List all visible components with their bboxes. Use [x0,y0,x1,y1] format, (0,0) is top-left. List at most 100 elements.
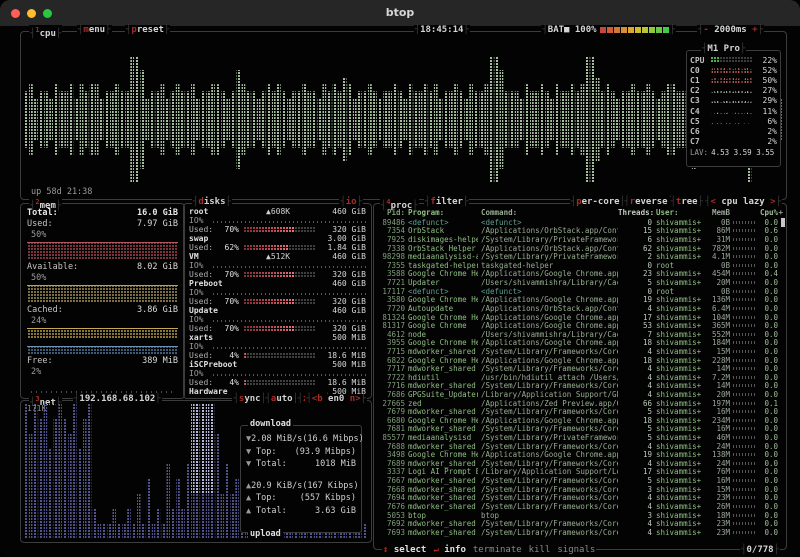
disk-io-row: IO% [189,216,366,225]
process-row[interactable]: 7694mdworker_shared/System/Library/Frame… [377,494,783,503]
core-row: C052% [690,65,777,75]
process-row[interactable]: 7686GPGSuite_Updater/Library/Application… [377,390,783,399]
process-row[interactable]: 81317Google Chrome/Applications/Google C… [377,321,783,330]
process-row[interactable]: 7676mdworker_shared/System/Library/Frame… [377,502,783,511]
menu-button[interactable]: ┤menu├ [77,25,112,36]
col-pid[interactable]: Pid: [377,208,405,217]
mem-free-graph [27,346,178,355]
process-cpu-graph [733,333,755,336]
col-user[interactable]: User: [656,208,702,217]
process-row[interactable]: 98298mediaanalysisd-a/System/Library/Pri… [377,252,783,261]
process-row[interactable]: 3498Google Chrome He/Applications/Google… [377,450,783,459]
process-cpu-graph [733,376,755,379]
col-program[interactable]: Program: [408,208,478,217]
col-threads[interactable]: Threads: [618,208,652,217]
disk-name-row: root▲608K460 GiB [189,207,366,216]
disk-used-meter [243,272,316,278]
process-row[interactable]: 7717mdworker_shared/System/Library/Frame… [377,364,783,373]
process-row[interactable]: 7692mdworker_shared/System/Library/Frame… [377,519,783,528]
col-mem[interactable]: MemB [702,208,730,217]
process-cpu-graph [733,531,755,534]
battery-indicator: ┤BAT■ 100%├ [541,25,676,36]
core-usage-graph [710,67,752,74]
disk-io-row: IO% [189,288,366,297]
disk-size: 460 GiB [314,252,366,261]
disk-io-row: IO% [189,315,366,324]
process-row[interactable]: 7925diskimages-helpe/System/Library/Priv… [377,235,783,244]
process-row[interactable]: 3337Logi AI Prompt B/Library/Application… [377,468,783,477]
disk-io-graph [213,266,366,268]
process-cpu-graph [733,324,755,327]
core-rows: C052%C150%C227%C329%C411%C56%C62%C72% [690,65,777,147]
update-interval-control[interactable]: ┤- 2000ms +├ [697,25,764,36]
info-button[interactable]: info [444,545,466,555]
cpu-box-title[interactable]: ┤1cpu├ [29,25,62,40]
transfer-arrow-icon: ▲ [246,506,256,516]
process-row[interactable]: 7689mdworker_shared/System/Library/Frame… [377,459,783,468]
sort-prev-arrow[interactable]: < [711,197,716,207]
col-command[interactable]: Command: [481,208,618,217]
transfer-arrow-icon: ▼ [246,459,256,469]
core-usage-graph [710,87,752,94]
process-cpu-graph [733,462,755,465]
disk-used-row: Used:70%320 GiB [189,297,366,306]
process-row[interactable]: 7716mdworker_shared/System/Library/Frame… [377,382,783,391]
process-row[interactable]: 7722hdiutil/usr/bin/hdiutil attach /User… [377,373,783,382]
core-label: C2 [690,86,708,95]
process-row[interactable]: 4612node/Users/shivammishra/Library/Cach… [377,330,783,339]
process-row[interactable]: 7720Autoupdate/Applications/OrbStack.app… [377,304,783,313]
process-row[interactable]: 7688mdworker_shared/System/Library/Frame… [377,442,783,451]
disk-used-meter [243,380,316,386]
process-row[interactable]: 6680Google Chrome He/Applications/Google… [377,416,783,425]
col-cpu[interactable]: Cpu% [758,208,778,217]
process-row[interactable]: 7668mdworker_shared/System/Library/Frame… [377,485,783,494]
process-row[interactable]: 85577mediaanalysisd/System/Library/Priva… [377,433,783,442]
col-expand[interactable]: + [778,208,783,217]
select-button[interactable]: select [394,545,427,555]
disk-size: 460 GiB [314,306,366,315]
process-row[interactable]: 81324Google Chrome He/Applications/Googl… [377,313,783,322]
process-row[interactable]: 7693mdworker_shared/System/Library/Frame… [377,528,783,537]
interval-minus-button[interactable]: - [703,25,708,35]
disk-io-label: IO% [189,369,213,378]
process-row[interactable]: 27665zed/Applications/Zed Preview.app/Co… [377,399,783,408]
process-row[interactable]: 6822Google Chrome He/Applications/Google… [377,356,783,365]
process-cpu-graph [733,470,755,473]
process-cpu-graph [733,402,755,405]
transfer-value: (167 Kibps) [302,481,358,491]
process-row[interactable]: 17117<defunct><defunct>0root0B0.0 [377,287,783,296]
mem-stats: Total:16.0 GiB Used:7.97 GiB 50% Availab… [27,208,178,394]
process-row[interactable]: 89486<defunct><defunct>0shivammis+0B0.0 [377,218,783,227]
disk-io-graph [213,221,366,223]
process-row[interactable]: 7715mdworker_shared/System/Library/Frame… [377,347,783,356]
process-row[interactable]: 7338OrbStack Helper/Applications/OrbStac… [377,244,783,253]
disk-used-label: Used: [189,297,217,306]
disk-io-graph [213,320,366,322]
kill-button[interactable]: kill [529,545,551,556]
process-row[interactable]: 7721Updater/Users/shivammishra/Library/C… [377,278,783,287]
proc-scrollbar-thumb[interactable] [781,218,785,227]
cpu-total-row: CPU 22% [690,55,777,65]
process-row[interactable]: 7355taskgated-helpertaskgated-helper0roo… [377,261,783,270]
net-box: ┤3net├ ┤192.168.68.102├ ┤sync├ ┤auto├ ┤z… [20,400,372,543]
process-cpu-graph [733,479,755,482]
process-cpu-graph [733,341,755,344]
terminate-button[interactable]: terminate [473,545,522,556]
process-row[interactable]: 7354OrbStack/Applications/OrbStack.app/C… [377,227,783,236]
process-row[interactable]: 7679mdworker_shared/System/Library/Frame… [377,407,783,416]
process-row[interactable]: 7667mdworker_shared/System/Library/Frame… [377,476,783,485]
transfer-label: Top: [256,493,276,503]
process-row[interactable]: 3588Google Chrome He/Applications/Google… [377,270,783,279]
process-row[interactable]: 5053btopbtop3shivammis+18M0.0 [377,511,783,520]
process-row[interactable]: 3580Google Chrome He/Applications/Google… [377,295,783,304]
window-titlebar[interactable]: btop [0,0,800,27]
transfer-arrow-icon: ▼ [246,447,256,457]
disk-used-meter [243,245,316,251]
process-cpu-graph [733,410,755,413]
process-row[interactable]: 3955Google Chrome He/Applications/Google… [377,339,783,348]
process-row[interactable]: 7681mdworker_shared/System/Library/Frame… [377,425,783,434]
upload-rows: ▲20.9 KiB/s(167 Kibps)▲Top:(557 Kibps)▲T… [246,480,356,518]
signals-button[interactable]: signals [557,545,595,556]
preset-button[interactable]: ┤preset├ [125,25,170,36]
disk-io-rate: ▲608K [266,207,314,216]
